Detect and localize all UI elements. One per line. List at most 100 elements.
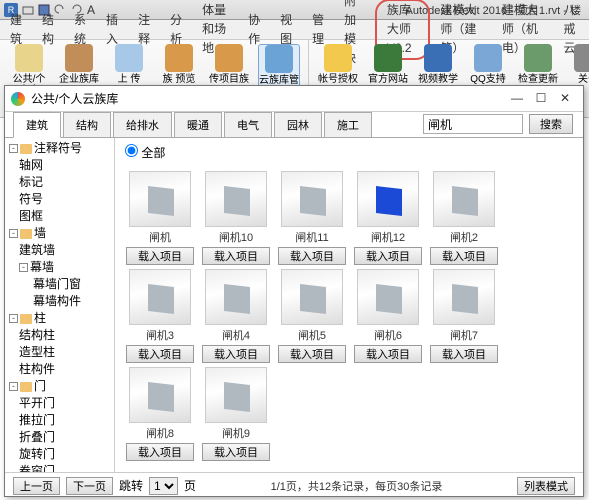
load-button[interactable]: 载入项目 bbox=[202, 345, 270, 363]
tree-node[interactable]: 幕墙构件 bbox=[7, 293, 112, 310]
item-cell: 闸机6载入项目 bbox=[351, 269, 425, 363]
category-tab[interactable]: 给排水 bbox=[113, 112, 172, 137]
tree-node[interactable]: - 注释符号 bbox=[7, 140, 112, 157]
category-tab[interactable]: 施工 bbox=[324, 112, 372, 137]
item-cell: 闸机9载入项目 bbox=[199, 367, 273, 461]
category-tree[interactable]: -注释符号轴网标记符号图框-墙建筑墙-幕墙幕墙门窗幕墙构件-柱结构柱造型柱柱构件… bbox=[5, 138, 115, 472]
tree-node[interactable]: 柱构件 bbox=[7, 361, 112, 378]
tree-label: 注释符号 bbox=[34, 141, 82, 156]
item-name: 闸机10 bbox=[219, 229, 253, 245]
category-tab[interactable]: 电气 bbox=[224, 112, 272, 137]
ribbon-icon bbox=[115, 44, 143, 72]
ribbon-icon bbox=[15, 44, 43, 72]
item-name: 闸机2 bbox=[450, 229, 478, 245]
tree-label: 标记 bbox=[19, 175, 43, 190]
tree-node[interactable]: 结构柱 bbox=[7, 327, 112, 344]
load-button[interactable]: 载入项目 bbox=[202, 247, 270, 265]
search-button[interactable]: 搜索 bbox=[529, 114, 573, 134]
tree-node[interactable]: 旋转门 bbox=[7, 446, 112, 463]
ribbon-label: 官方网站 bbox=[368, 74, 408, 85]
item-thumbnail[interactable] bbox=[129, 269, 191, 325]
ribbon-label: 视频教学 bbox=[418, 74, 458, 85]
ribbon-label: 检查更新 bbox=[518, 74, 558, 85]
tree-node[interactable]: 幕墙门窗 bbox=[7, 276, 112, 293]
expand-icon[interactable]: - bbox=[9, 314, 18, 323]
tree-node[interactable]: 轴网 bbox=[7, 157, 112, 174]
item-thumbnail[interactable] bbox=[281, 171, 343, 227]
cloud-library-dialog: 公共/个人云族库 — ☐ ✕ 建筑结构给排水暖通电气园林施工 搜索 -注释符号轴… bbox=[4, 85, 584, 497]
item-thumbnail[interactable] bbox=[433, 171, 495, 227]
item-cell: 闸机4 载入项目 bbox=[199, 269, 273, 363]
tree-node[interactable]: 建筑墙 bbox=[7, 242, 112, 259]
ribbon-label: QQ支持 bbox=[470, 74, 506, 85]
load-button[interactable]: 载入项目 bbox=[278, 247, 346, 265]
ribbon-icon bbox=[265, 45, 293, 73]
expand-icon[interactable]: - bbox=[9, 382, 18, 391]
tree-label: 卷帘门 bbox=[19, 464, 55, 472]
expand-icon[interactable]: - bbox=[19, 263, 28, 272]
load-button[interactable]: 载入项目 bbox=[354, 345, 422, 363]
tree-node[interactable]: -幕墙 bbox=[7, 259, 112, 276]
tree-node[interactable]: -墙 bbox=[7, 225, 112, 242]
tree-node[interactable]: 推拉门 bbox=[7, 412, 112, 429]
ribbon-label: 族 预览 bbox=[163, 74, 196, 85]
item-thumbnail[interactable] bbox=[281, 269, 343, 325]
jump-label: 跳转 bbox=[119, 477, 143, 494]
item-cell: 闸机3载入项目 bbox=[123, 269, 197, 363]
category-tab[interactable]: 暖通 bbox=[174, 112, 222, 137]
pagination-bar: 上一页 下一页 跳转 1 页 1/1页，共12条记录，每页30条记录 列表模式 bbox=[5, 472, 583, 498]
page-select[interactable]: 1 bbox=[149, 477, 178, 495]
ribbon-icon bbox=[524, 44, 552, 72]
next-page-button[interactable]: 下一页 bbox=[66, 477, 113, 495]
tree-node[interactable]: -柱 bbox=[7, 310, 112, 327]
tree-node[interactable]: 符号 bbox=[7, 191, 112, 208]
tree-label: 旋转门 bbox=[19, 447, 55, 462]
load-button[interactable]: 载入项目 bbox=[354, 247, 422, 265]
ribbon-icon bbox=[65, 44, 93, 72]
load-button[interactable]: 载入项目 bbox=[430, 345, 498, 363]
page-status: 1/1页，共12条记录，每页30条记录 bbox=[202, 478, 511, 494]
item-thumbnail[interactable] bbox=[205, 367, 267, 423]
ribbon-icon bbox=[374, 44, 402, 72]
ribbon-icon bbox=[324, 44, 352, 72]
load-button[interactable]: 载入项目 bbox=[126, 443, 194, 461]
item-thumbnail[interactable] bbox=[129, 171, 191, 227]
tree-node[interactable]: -门 bbox=[7, 378, 112, 395]
tree-node[interactable]: 卷帘门 bbox=[7, 463, 112, 472]
load-button[interactable]: 载入项目 bbox=[430, 247, 498, 265]
category-tab[interactable]: 建筑 bbox=[13, 112, 61, 138]
tree-node[interactable]: 图框 bbox=[7, 208, 112, 225]
maximize-button[interactable]: ☐ bbox=[529, 90, 553, 108]
category-tab[interactable]: 园林 bbox=[274, 112, 322, 137]
expand-icon[interactable]: - bbox=[9, 144, 18, 153]
load-button[interactable]: 载入项目 bbox=[126, 345, 194, 363]
list-mode-button[interactable]: 列表模式 bbox=[517, 477, 575, 495]
filter-all-radio[interactable]: 全部 bbox=[125, 146, 165, 160]
item-thumbnail[interactable] bbox=[357, 269, 419, 325]
minimize-button[interactable]: — bbox=[505, 90, 529, 108]
item-thumbnail[interactable] bbox=[205, 269, 267, 325]
tree-label: 柱 bbox=[34, 311, 46, 326]
load-button[interactable]: 载入项目 bbox=[126, 247, 194, 265]
load-button[interactable]: 载入项目 bbox=[202, 443, 270, 461]
search-input[interactable] bbox=[423, 114, 523, 134]
item-name: 闸机12 bbox=[371, 229, 405, 245]
item-thumbnail[interactable] bbox=[433, 269, 495, 325]
load-button[interactable]: 载入项目 bbox=[278, 345, 346, 363]
close-button[interactable]: ✕ bbox=[553, 90, 577, 108]
tree-label: 幕墙 bbox=[30, 260, 54, 275]
tree-node[interactable]: 造型柱 bbox=[7, 344, 112, 361]
tree-node[interactable]: 标记 bbox=[7, 174, 112, 191]
item-name: 闸机4 bbox=[222, 327, 250, 343]
category-tab[interactable]: 结构 bbox=[63, 112, 111, 137]
prev-page-button[interactable]: 上一页 bbox=[13, 477, 60, 495]
tree-label: 平开门 bbox=[19, 396, 55, 411]
item-thumbnail[interactable] bbox=[205, 171, 267, 227]
item-cell: 闸机11载入项目 bbox=[275, 171, 349, 265]
item-cell: 闸机载入项目 bbox=[123, 171, 197, 265]
tree-node[interactable]: 折叠门 bbox=[7, 429, 112, 446]
tree-node[interactable]: 平开门 bbox=[7, 395, 112, 412]
item-thumbnail[interactable] bbox=[357, 171, 419, 227]
item-thumbnail[interactable] bbox=[129, 367, 191, 423]
expand-icon[interactable]: - bbox=[9, 229, 18, 238]
